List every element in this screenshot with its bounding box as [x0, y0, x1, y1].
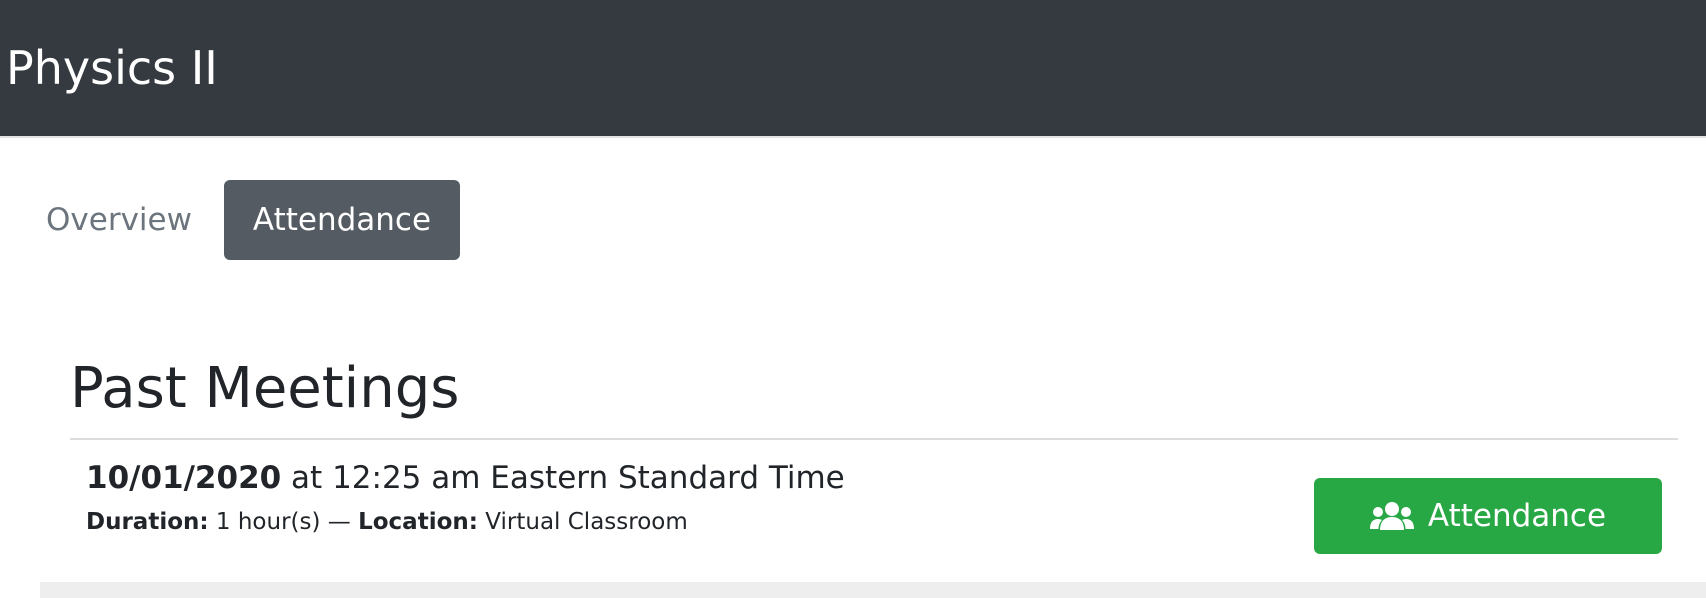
meeting-datetime: 10/01/2020 at 12:25 am Eastern Standard … [86, 458, 845, 498]
section-title: Past Meetings [70, 356, 460, 421]
users-icon [1369, 500, 1414, 532]
duration-value: 1 hour(s) — [208, 509, 359, 535]
top-header-bar: Physics II [0, 0, 1706, 138]
tab-bar: Overview Attendance [0, 180, 1706, 260]
course-title: Physics II [6, 41, 218, 95]
meeting-date: 10/01/2020 [86, 460, 282, 496]
next-row-edge [40, 582, 1706, 598]
tab-attendance[interactable]: Attendance [224, 180, 460, 260]
location-value: Virtual Classroom [477, 509, 688, 535]
location-label: Location: [358, 509, 478, 535]
meeting-time: at 12:25 am Eastern Standard Time [281, 460, 845, 496]
attendance-button-label: Attendance [1427, 498, 1607, 534]
meeting-details: Duration: 1 hour(s) — Location: Virtual … [86, 506, 688, 538]
meeting-row: 10/01/2020 at 12:25 am Eastern Standard … [0, 440, 1706, 598]
duration-label: Duration: [86, 509, 209, 535]
attendance-button[interactable]: Attendance [1314, 478, 1662, 554]
tab-overview[interactable]: Overview [46, 180, 192, 260]
